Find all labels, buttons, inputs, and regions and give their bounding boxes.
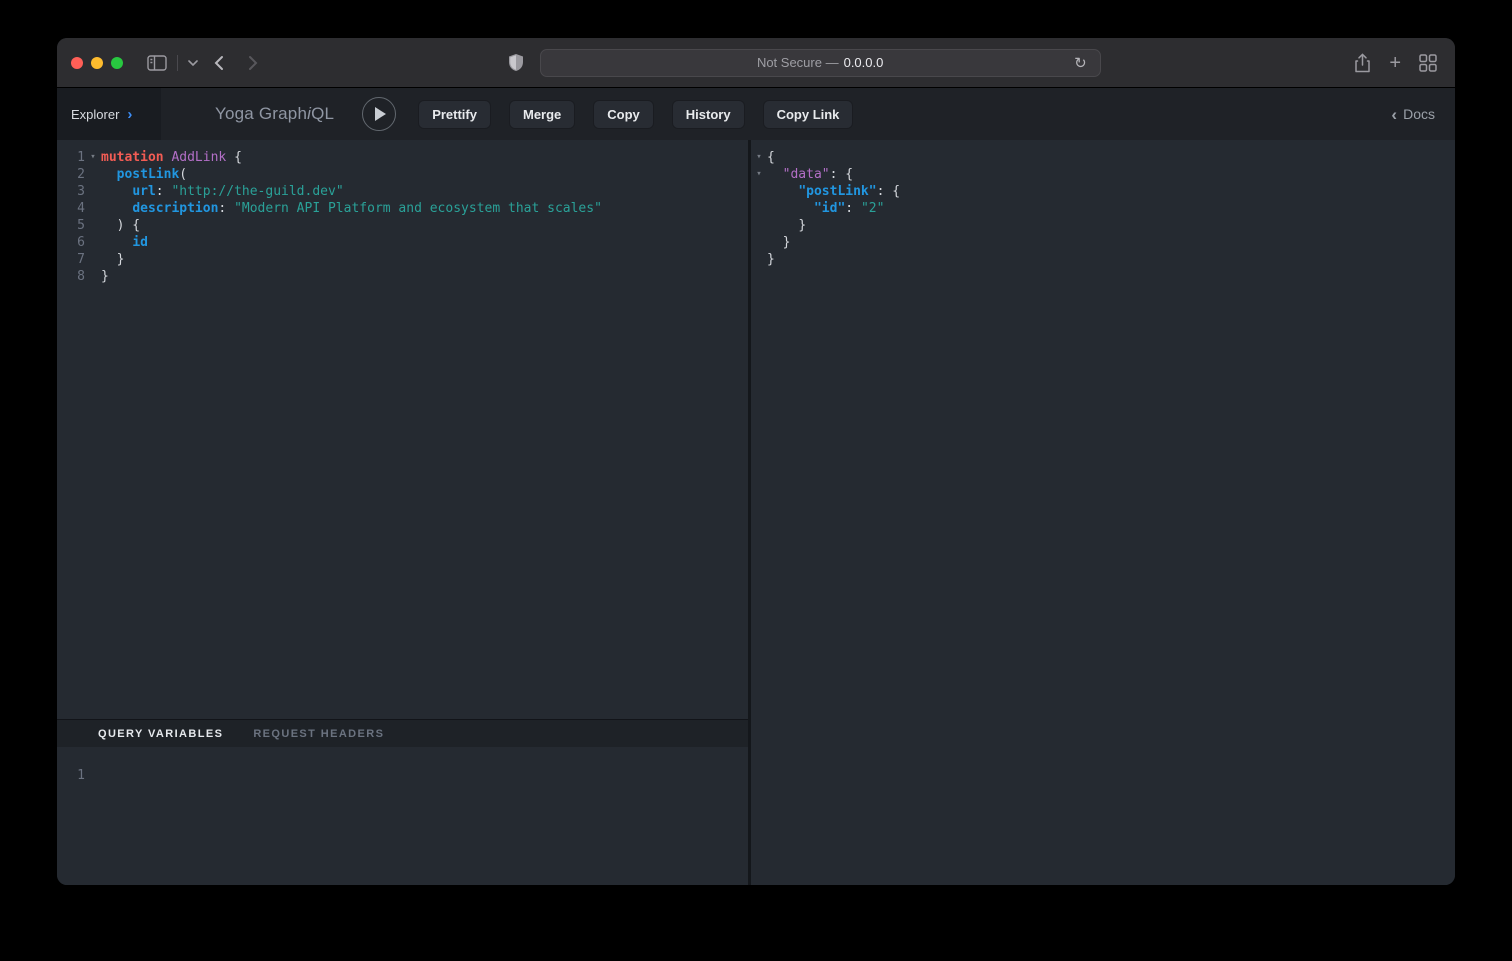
toolbar-buttons: Prettify Merge Copy History Copy Link: [418, 100, 853, 129]
graphiql-toolbar: Explorer › Yoga GraphiQL Prettify Merge …: [57, 88, 1455, 140]
execute-query-button[interactable]: [362, 97, 396, 131]
forward-button[interactable]: [244, 51, 262, 75]
back-button[interactable]: [210, 51, 228, 75]
reload-icon: ↻: [1074, 54, 1087, 72]
explorer-toggle[interactable]: Explorer ›: [57, 88, 161, 140]
copy-button[interactable]: Copy: [593, 100, 654, 129]
merge-button[interactable]: Merge: [509, 100, 575, 129]
window-controls: [71, 57, 123, 69]
history-button[interactable]: History: [672, 100, 745, 129]
browser-titlebar: Not Secure — 0.0.0.0 ↻ +: [57, 38, 1455, 88]
result-pane: ▾{▾ "data": { "postLink": { "id": "2" } …: [751, 140, 1455, 885]
tab-grid-icon: [1419, 54, 1437, 72]
privacy-report-button[interactable]: [504, 49, 528, 76]
chevron-down-icon: [188, 60, 198, 66]
shield-icon: [508, 53, 524, 72]
tab-query-variables[interactable]: QUERY VARIABLES: [98, 728, 223, 740]
variables-editor[interactable]: 1: [57, 747, 748, 885]
query-editor[interactable]: 1▾mutation AddLink {2 postLink(3 url: "h…: [57, 140, 748, 719]
docs-toggle[interactable]: ‹ Docs: [1391, 106, 1435, 123]
query-pane: 1▾mutation AddLink {2 postLink(3 url: "h…: [57, 140, 748, 885]
security-label: Not Secure —: [757, 55, 839, 70]
titlebar-separator: [177, 55, 178, 71]
chevron-right-icon: [248, 55, 258, 71]
new-tab-button[interactable]: +: [1385, 49, 1405, 77]
play-icon: [375, 107, 386, 121]
sidebar-menu-button[interactable]: [184, 56, 202, 70]
app-logo: Yoga GraphiQL: [215, 104, 334, 124]
sidebar-toggle-button[interactable]: [143, 51, 171, 75]
close-window-button[interactable]: [71, 57, 83, 69]
tab-overview-button[interactable]: [1415, 50, 1441, 76]
copy-link-button[interactable]: Copy Link: [763, 100, 854, 129]
minimize-window-button[interactable]: [91, 57, 103, 69]
explorer-label: Explorer: [71, 107, 119, 122]
plus-icon: +: [1389, 53, 1401, 73]
docs-label: Docs: [1403, 106, 1435, 122]
prettify-button[interactable]: Prettify: [418, 100, 491, 129]
explorer-chevron-icon: ›: [127, 107, 132, 122]
chevron-left-icon: [214, 55, 224, 71]
secondary-tabs: QUERY VARIABLES REQUEST HEADERS: [57, 719, 748, 747]
safari-window: Not Secure — 0.0.0.0 ↻ +: [57, 38, 1455, 885]
sidebar-icon: [147, 55, 167, 71]
share-button[interactable]: [1350, 49, 1375, 77]
share-icon: [1354, 53, 1371, 73]
tab-request-headers[interactable]: REQUEST HEADERS: [253, 728, 384, 740]
reload-button[interactable]: ↻: [1068, 50, 1093, 76]
result-viewer[interactable]: ▾{▾ "data": { "postLink": { "id": "2" } …: [751, 140, 1455, 885]
address-bar[interactable]: Not Secure — 0.0.0.0 ↻: [540, 49, 1101, 77]
zoom-window-button[interactable]: [111, 57, 123, 69]
docs-chevron-icon: ‹: [1391, 106, 1397, 123]
url-text: 0.0.0.0: [844, 55, 884, 70]
workspace: 1▾mutation AddLink {2 postLink(3 url: "h…: [57, 140, 1455, 885]
